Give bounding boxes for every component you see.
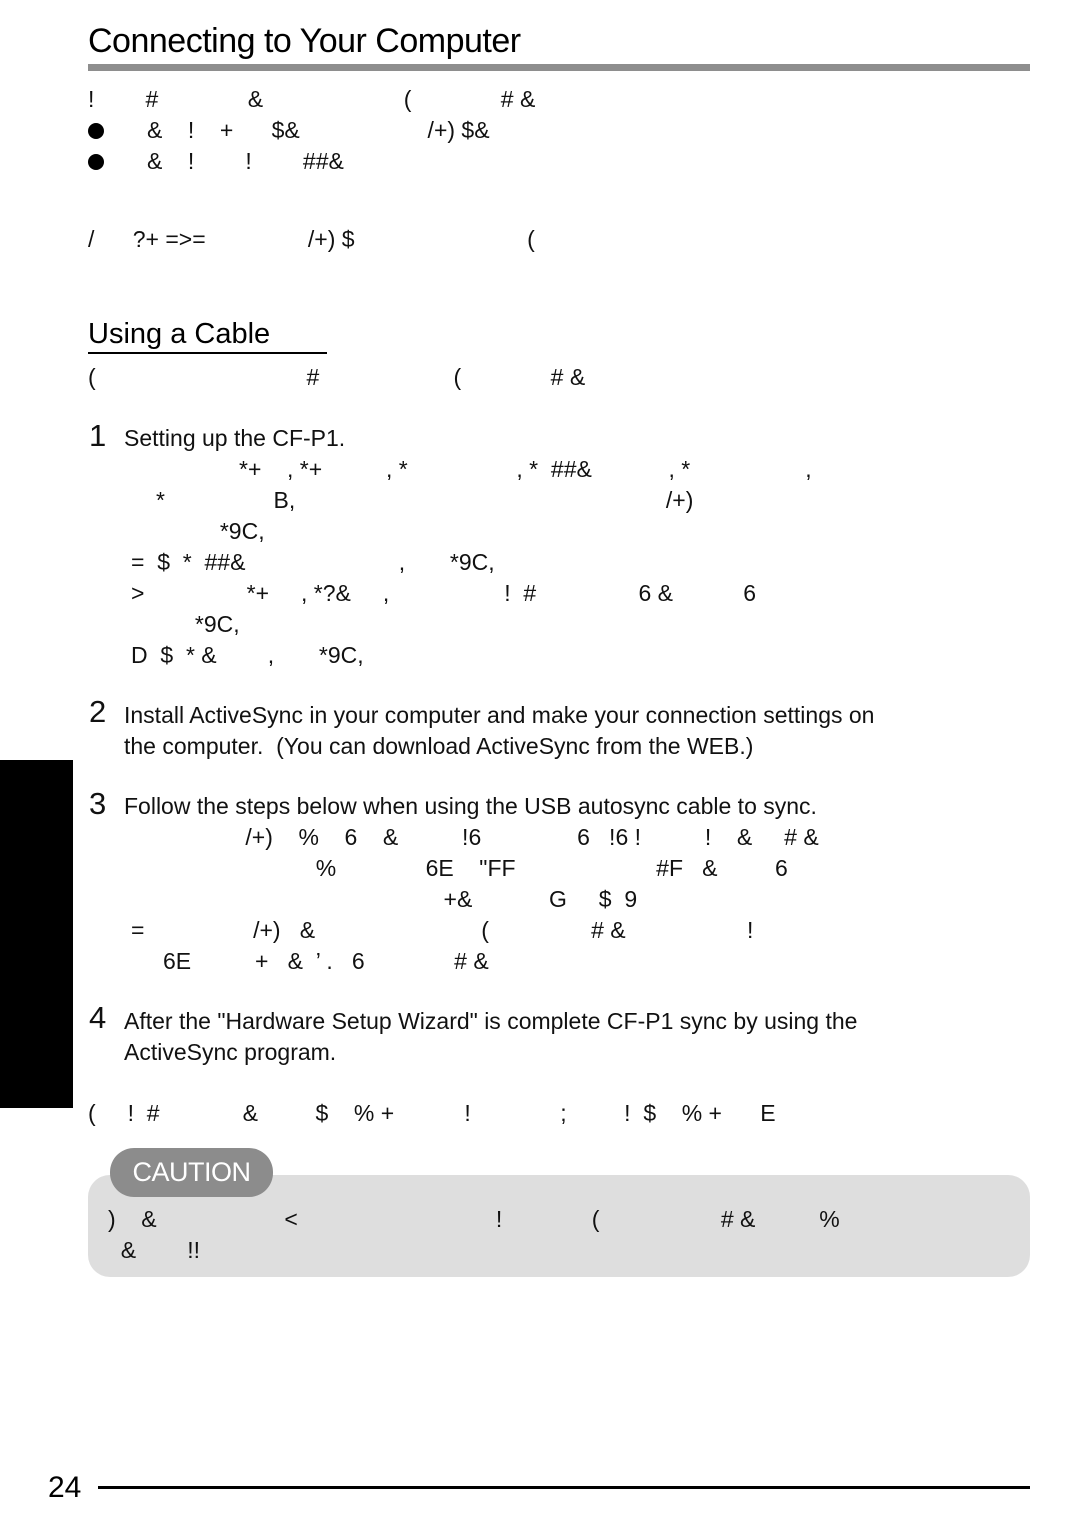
section-heading: Using a Cable <box>88 318 271 350</box>
caution-text: ) & < ! ( # & % <box>108 1206 840 1232</box>
intro-note: / ?+ =>= /+) $ ( <box>88 226 535 252</box>
step-subline: /+) % 6 & !6 6 !6 ! ! & # & <box>124 824 819 850</box>
page-title: Connecting to Your Computer <box>88 22 521 60</box>
caution-text: & !! <box>108 1237 201 1263</box>
step-title: Follow the steps below when using the US… <box>124 793 817 819</box>
caution-badge: CAUTION <box>110 1148 273 1197</box>
step-subline: D $ * & , *9C, <box>131 642 364 668</box>
step-subline: 6E + & ’ . 6 # & <box>131 948 489 974</box>
step-subline: = /+) & ( # & ! <box>131 917 754 943</box>
footer-rule <box>98 1486 1030 1489</box>
step-title-continued: ActiveSync program. <box>124 1039 337 1065</box>
section-intro: ( # ( # & <box>88 364 586 390</box>
step-subline: % 6E "FF #F & 6 <box>124 855 788 881</box>
title-underline-bar <box>88 64 1030 71</box>
bullet-icon <box>88 123 104 139</box>
step-subline: * B, /+) <box>124 487 694 513</box>
step-number: 1 <box>89 418 107 453</box>
step-subline: +& G $ 9 <box>124 886 638 912</box>
step-subline: > *+ , *?& , ! # 6 & 6 <box>131 580 757 606</box>
bullet-icon <box>88 154 104 170</box>
step-subline: = $ * ##& , *9C, <box>131 549 495 575</box>
step-subline: *+ , *+ , * , * ##& , * , <box>124 456 812 482</box>
chapter-side-tab <box>0 760 73 1108</box>
step-subline: *9C, <box>131 611 240 637</box>
step-title: Install ActiveSync in your computer and … <box>124 702 875 728</box>
step-number: 4 <box>89 1000 107 1035</box>
step-number: 2 <box>89 694 107 729</box>
step-number: 3 <box>89 786 107 821</box>
step-title-continued: the computer. (You can download ActiveSy… <box>124 733 754 759</box>
step-title: After the "Hardware Setup Wizard" is com… <box>124 1008 858 1034</box>
step-title: Setting up the CF-P1. <box>124 425 346 451</box>
intro-line: ! # & ( # & <box>88 86 536 112</box>
section-heading-underline <box>88 352 327 354</box>
intro-bullet-item: & ! + $& /+) $& <box>147 117 490 143</box>
step-subline: *9C, <box>124 518 265 544</box>
page-number: 24 <box>48 1471 82 1504</box>
intro-bullet-item: & ! ! ##& <box>147 148 344 174</box>
closing-note: ( ! # & $ % + ! ; ! $ % + E <box>88 1100 776 1126</box>
